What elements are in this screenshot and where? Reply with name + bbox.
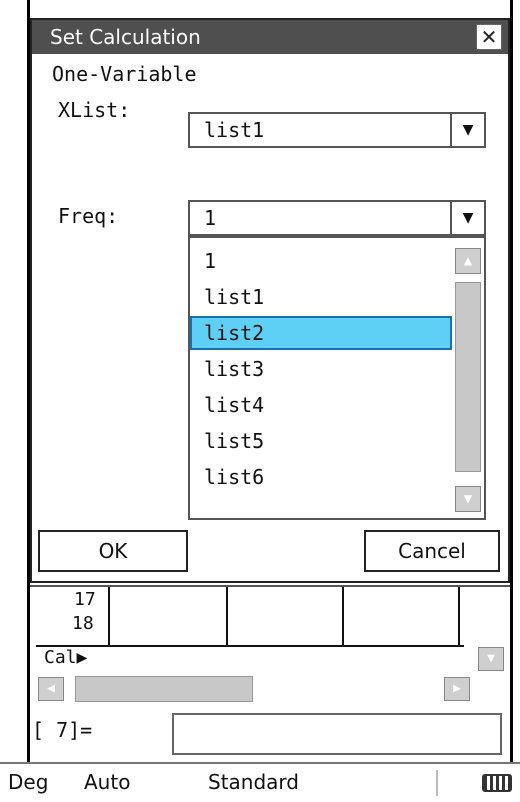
- dropdown-option-1[interactable]: 1: [190, 244, 452, 278]
- dropdown-option-list6[interactable]: list6: [190, 460, 452, 494]
- dropdown-option-list2[interactable]: list2: [190, 316, 452, 350]
- statistics-list-area: 17 18 Cal▶ ▼: [30, 585, 510, 675]
- left-frame-edge: [0, 0, 30, 802]
- freq-select[interactable]: 1: [188, 200, 452, 236]
- dialog-title: Set Calculation: [32, 20, 508, 54]
- grid-line: [458, 587, 460, 647]
- status-angle[interactable]: Deg: [8, 764, 48, 800]
- horizontal-scroll-thumb[interactable]: [75, 676, 253, 702]
- right-frame-edge: [510, 0, 520, 802]
- grid-line: [342, 587, 344, 647]
- grid-line: [108, 587, 110, 647]
- scroll-right-icon[interactable]: ▶: [444, 677, 470, 701]
- xlist-select[interactable]: list1: [188, 112, 452, 148]
- status-divider: [436, 770, 438, 796]
- close-icon[interactable]: ✕: [476, 24, 502, 50]
- xlist-label: XList:: [58, 98, 131, 122]
- battery-icon: [482, 774, 512, 792]
- grid-line: [36, 645, 464, 647]
- cell-reference: [ 7]=: [32, 718, 93, 742]
- scroll-down-icon[interactable]: ▼: [455, 486, 481, 512]
- row-label-17: 17: [74, 589, 96, 610]
- xlist-dropdown-arrow-icon[interactable]: ▼: [450, 112, 486, 148]
- freq-label: Freq:: [58, 204, 119, 228]
- cancel-button[interactable]: Cancel: [364, 530, 500, 572]
- dropdown-option-list1[interactable]: list1: [190, 280, 452, 314]
- dropdown-option-list4[interactable]: list4: [190, 388, 452, 422]
- freq-dropdown-list: 1 list1 list2 list3 list4 list5 list6 ▲ …: [188, 236, 486, 520]
- scroll-left-icon[interactable]: ◀: [38, 677, 64, 701]
- scroll-down-icon[interactable]: ▼: [478, 647, 504, 671]
- dropdown-scrollbar[interactable]: ▲ ▼: [452, 238, 484, 518]
- horizontal-scrollbar[interactable]: ◀ ▶: [30, 676, 510, 704]
- dropdown-option-list3[interactable]: list3: [190, 352, 452, 386]
- row-label-18: 18: [72, 613, 94, 634]
- calc-row-button[interactable]: Cal▶: [44, 647, 87, 668]
- subtitle-one-variable: One-Variable: [52, 62, 197, 86]
- status-bar: Deg Auto Standard: [0, 762, 520, 802]
- scroll-up-icon[interactable]: ▲: [455, 248, 481, 274]
- dropdown-option-list5[interactable]: list5: [190, 424, 452, 458]
- freq-dropdown-arrow-icon[interactable]: ▼: [450, 200, 486, 236]
- cell-entry-field[interactable]: [172, 713, 502, 755]
- grid-line: [226, 587, 228, 647]
- status-mode[interactable]: Auto: [84, 764, 130, 800]
- dropdown-scroll-thumb[interactable]: [455, 282, 481, 472]
- ok-button[interactable]: OK: [38, 530, 188, 572]
- status-display[interactable]: Standard: [208, 764, 299, 800]
